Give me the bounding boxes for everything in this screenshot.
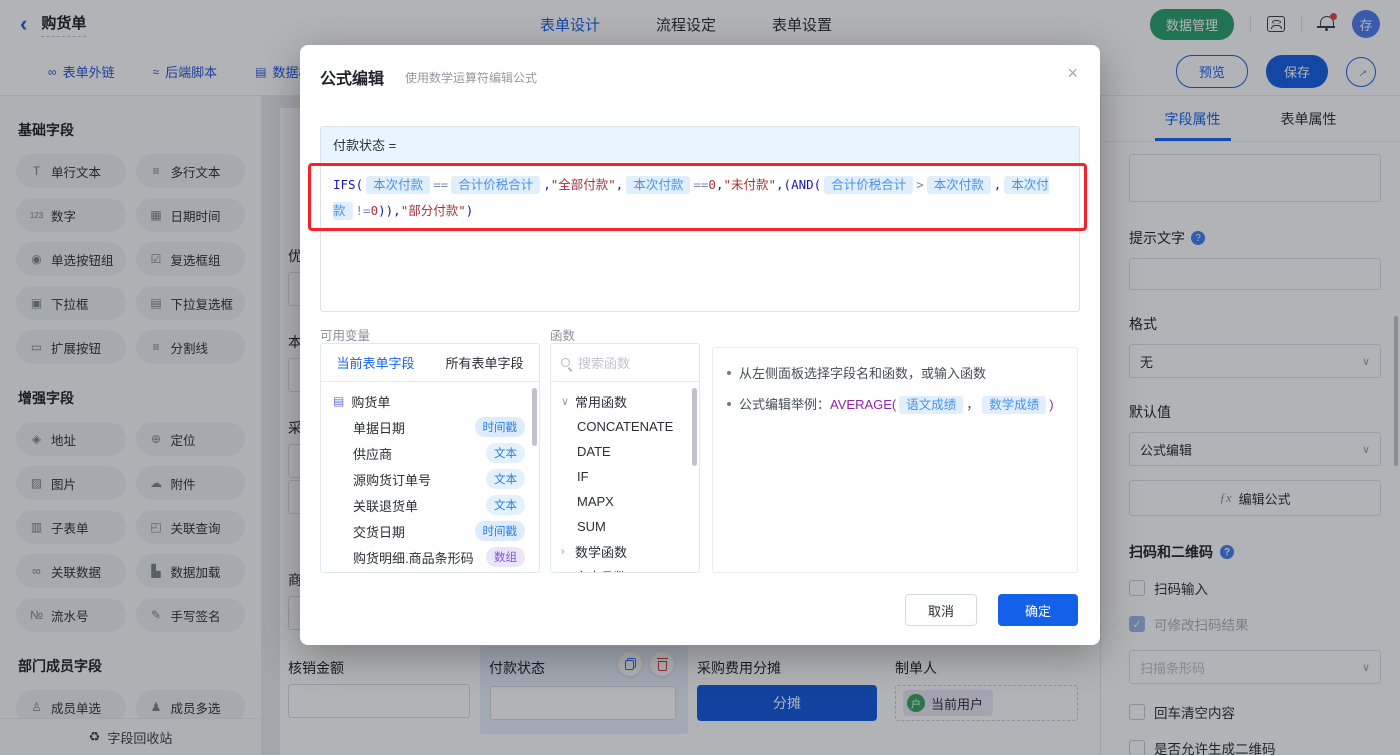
formula-token: != <box>355 203 371 218</box>
variable-type-badge: 时间戳 <box>474 521 525 541</box>
formula-field-chip: 本次付款 <box>926 176 991 194</box>
variable-type-badge: 时间戳 <box>474 417 525 437</box>
function-item-CONCATENATE[interactable]: CONCATENATE <box>561 414 699 439</box>
formula-token: 0 <box>370 203 379 218</box>
chevron-right-icon: › <box>561 545 565 558</box>
search-icon <box>561 358 570 367</box>
variables-tab-当前表单字段[interactable]: 当前表单字段 <box>336 353 414 372</box>
cancel-button[interactable]: 取消 <box>905 594 977 626</box>
function-group-label: 常用函数 <box>575 395 628 410</box>
variable-type-badge: 文本 <box>486 469 525 489</box>
variables-tab-所有表单字段[interactable]: 所有表单字段 <box>445 353 523 372</box>
formula-token: == <box>693 177 709 192</box>
formula-token: IFS( <box>333 177 364 192</box>
functions-panel: 搜索函数 ∨常用函数CONCATENATEDATEIFMAPXSUM›数学函数›… <box>550 343 700 573</box>
variable-type-badge: 文本 <box>486 443 525 463</box>
formula-editor-box: 付款状态 = IFS(本次付款 == 合计价税合计 ,"全部付款", 本次付款 ==0,"… <box>320 126 1080 312</box>
function-group-常用函数[interactable]: ∨ 常用函数 <box>561 389 699 414</box>
formula-editor-modal: 公式编辑 使用数学运算符编辑公式 × 付款状态 = IFS(本次付款 == 合计价税… <box>300 45 1100 645</box>
scrollbar-thumb[interactable] <box>692 388 697 466</box>
functions-section-label: 函数 <box>550 329 576 343</box>
function-item-MAPX[interactable]: MAPX <box>561 489 699 514</box>
tip-item-example: 公式编辑举例：AVERAGE(语文成绩，数学成绩) <box>727 395 1063 415</box>
variable-name: 单据日期 <box>353 420 406 436</box>
function-item-DATE[interactable]: DATE <box>561 439 699 464</box>
formula-token: )), <box>378 203 401 218</box>
function-item-IF[interactable]: IF <box>561 464 699 489</box>
formula-input-area[interactable]: IFS(本次付款 == 合计价税合计 ,"全部付款", 本次付款 ==0,"未付款",(A… <box>321 162 1079 234</box>
confirm-button[interactable]: 确定 <box>998 594 1078 626</box>
formula-token: == <box>433 177 449 192</box>
variable-row-购货明细.商品条形码[interactable]: 购货明细.商品条形码 数组 <box>333 544 539 570</box>
modal-subtitle: 使用数学运算符编辑公式 <box>405 71 538 85</box>
formula-token: "部分付款" <box>400 203 466 218</box>
document-icon: ▤ <box>333 394 345 408</box>
formula-token: ) <box>465 203 474 218</box>
chevron-down-icon: ∨ <box>561 396 570 408</box>
variable-name: 供应商 <box>353 446 393 462</box>
formula-token: "未付款" <box>723 177 777 192</box>
modal-title: 公式编辑 <box>320 71 385 88</box>
variables-section-label: 可用变量 <box>320 329 371 343</box>
variable-row-关联退货单[interactable]: 关联退货单 文本 <box>333 492 539 518</box>
scrollbar-thumb[interactable] <box>532 388 537 446</box>
variable-row-单据日期[interactable]: 单据日期 时间戳 <box>333 414 539 440</box>
variable-row-供应商[interactable]: 供应商 文本 <box>333 440 539 466</box>
variable-name: 关联退货单 <box>353 498 419 514</box>
formula-token: > <box>916 177 924 192</box>
bullet-icon <box>727 371 731 375</box>
formula-token: ,( <box>776 177 792 192</box>
tips-panel: 从左侧面板选择字段名和函数，或输入函数 公式编辑举例：AVERAGE(语文成绩，… <box>712 347 1078 573</box>
example-field-chip: 数学成绩 <box>982 396 1047 414</box>
function-group-label: 数学函数 <box>575 545 628 560</box>
tip-item: 从左侧面板选择字段名和函数，或输入函数 <box>727 364 1063 383</box>
formula-token: , <box>993 177 1002 192</box>
formula-field-chip: 合计价税合计 <box>824 176 914 194</box>
variable-row-源购货订单号[interactable]: 源购货订单号 文本 <box>333 466 539 492</box>
close-icon[interactable]: × <box>1067 63 1078 84</box>
tree-root[interactable]: ▤ 购货单 <box>333 388 539 414</box>
variable-name: 交货日期 <box>353 524 406 540</box>
formula-token: , <box>543 177 551 192</box>
chevron-right-icon: › <box>561 571 575 573</box>
variable-type-badge: 数组 <box>486 547 525 567</box>
bullet-icon <box>727 402 731 406</box>
tree-root-label: 购货单 <box>351 394 391 410</box>
formula-field-chip: 合计价税合计 <box>451 176 541 194</box>
variable-name: 源购货订单号 <box>353 472 432 488</box>
variables-panel: 当前表单字段 所有表单字段 ▤ 购货单 单据日期 时间戳 供应商 文本 源购货订单号 文本 关联退… <box>320 343 540 573</box>
variable-name: 购货明细.商品条形码 <box>353 550 474 566</box>
formula-token: 0 <box>708 177 716 192</box>
formula-target: 付款状态 = <box>321 127 1079 162</box>
function-item-SUM[interactable]: SUM <box>561 514 699 539</box>
function-group-文本函数[interactable]: ›文本函数 <box>561 564 699 573</box>
formula-token: AND( <box>791 177 822 192</box>
formula-token: "全部付款" <box>550 177 616 192</box>
function-search-input[interactable]: 搜索函数 <box>551 344 699 382</box>
formula-token: , <box>615 177 624 192</box>
function-group-label: 文本函数 <box>575 567 627 572</box>
formula-field-chip: 本次付款 <box>366 176 431 194</box>
example-field-chip: 语文成绩 <box>899 396 964 414</box>
variable-row-交货日期[interactable]: 交货日期 时间戳 <box>333 518 539 544</box>
function-group-数学函数[interactable]: › 数学函数 <box>561 539 699 564</box>
variable-type-badge: 文本 <box>486 495 525 515</box>
formula-field-chip: 本次付款 <box>626 176 691 194</box>
